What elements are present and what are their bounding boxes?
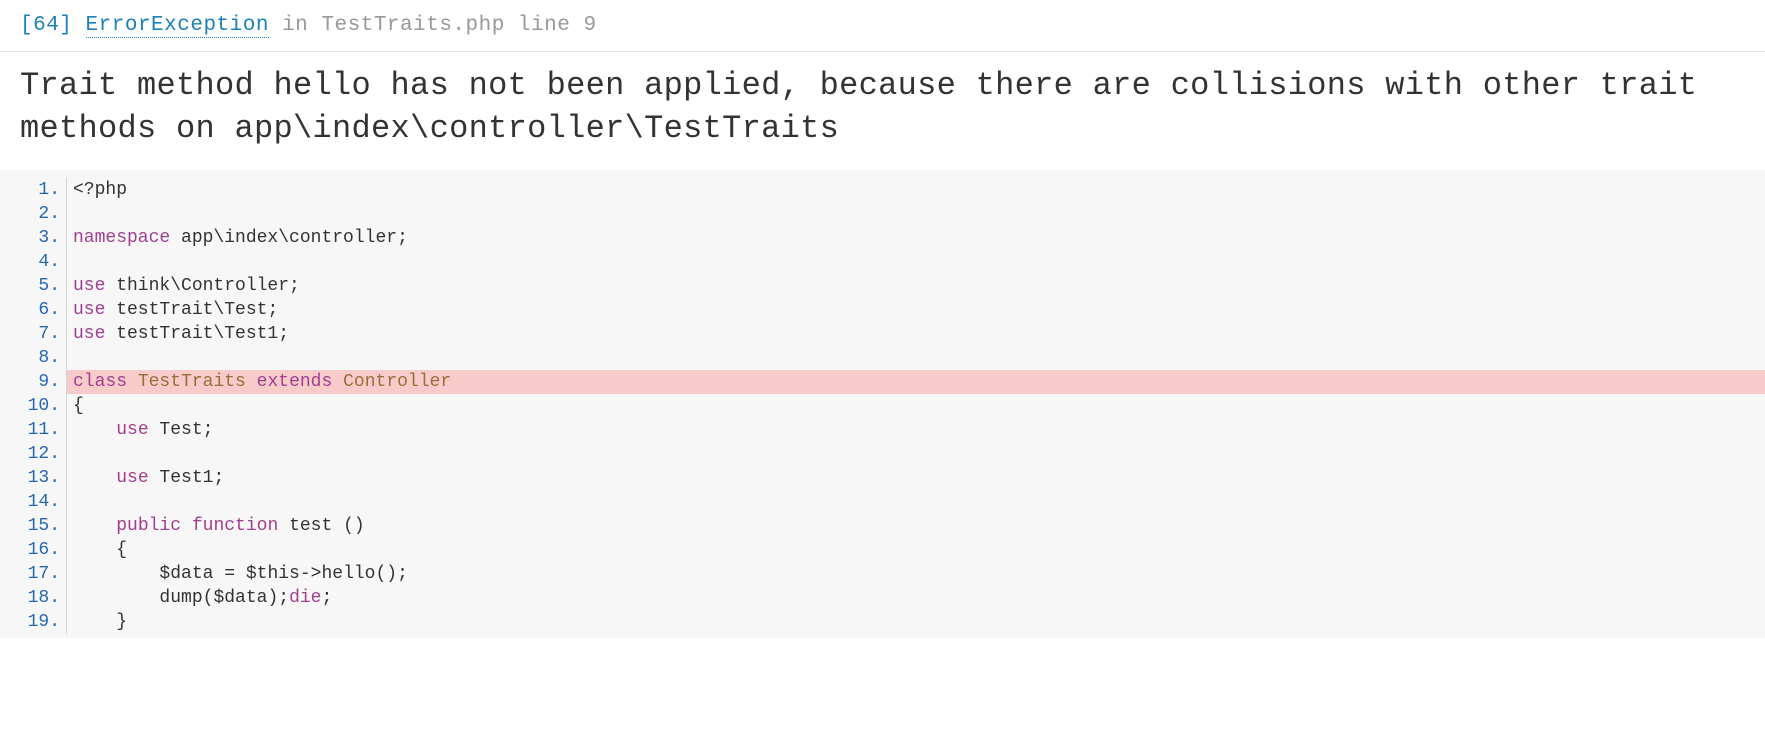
line-number: 14.: [0, 490, 66, 514]
code-content: public function test (): [66, 514, 1765, 538]
code-content: use think\Controller;: [66, 274, 1765, 298]
code-content: use Test;: [66, 418, 1765, 442]
code-content: use Test1;: [66, 466, 1765, 490]
line-number: 1.: [0, 178, 66, 202]
code-content: class TestTraits extends Controller: [66, 370, 1765, 394]
code-line: 3.namespace app\index\controller;: [0, 226, 1765, 250]
code-line: 1.<?php: [0, 178, 1765, 202]
code-content: {: [66, 538, 1765, 562]
line-number: 8.: [0, 346, 66, 370]
code-content: [66, 250, 1765, 274]
code-content: {: [66, 394, 1765, 418]
code-content: namespace app\index\controller;: [66, 226, 1765, 250]
code-content: use testTrait\Test;: [66, 298, 1765, 322]
code-content: [66, 490, 1765, 514]
code-content: $data = $this->hello();: [66, 562, 1765, 586]
line-number: 11.: [0, 418, 66, 442]
code-line: 17. $data = $this->hello();: [0, 562, 1765, 586]
code-line: 5.use think\Controller;: [0, 274, 1765, 298]
line-number: 12.: [0, 442, 66, 466]
line-number: 13.: [0, 466, 66, 490]
line-number: 5.: [0, 274, 66, 298]
line-number: 16.: [0, 538, 66, 562]
code-line: 7.use testTrait\Test1;: [0, 322, 1765, 346]
code-content: dump($data);die;: [66, 586, 1765, 610]
code-line: 14.: [0, 490, 1765, 514]
line-number: 6.: [0, 298, 66, 322]
code-content: [66, 202, 1765, 226]
code-content: <?php: [66, 178, 1765, 202]
line-number: 19.: [0, 610, 66, 634]
code-line: 10.{: [0, 394, 1765, 418]
code-line: 18. dump($data);die;: [0, 586, 1765, 610]
error-message: Trait method hello has not been applied,…: [0, 52, 1765, 170]
error-header: [64] ErrorException in TestTraits.php li…: [0, 0, 1765, 52]
code-line: 19. }: [0, 610, 1765, 634]
code-line: 2.: [0, 202, 1765, 226]
code-line: 4.: [0, 250, 1765, 274]
line-number: 3.: [0, 226, 66, 250]
code-content: [66, 346, 1765, 370]
line-number: 15.: [0, 514, 66, 538]
code-line: 11. use Test;: [0, 418, 1765, 442]
code-line: 15. public function test (): [0, 514, 1765, 538]
file-location: TestTraits.php line 9: [321, 14, 596, 37]
line-number: 2.: [0, 202, 66, 226]
code-line: 12.: [0, 442, 1765, 466]
code-line: 9.class TestTraits extends Controller: [0, 370, 1765, 394]
code-content: [66, 442, 1765, 466]
code-line: 8.: [0, 346, 1765, 370]
code-block: 1.<?php2. 3.namespace app\index\controll…: [0, 170, 1765, 638]
code-line: 6.use testTrait\Test;: [0, 298, 1765, 322]
line-number: 4.: [0, 250, 66, 274]
code-line: 13. use Test1;: [0, 466, 1765, 490]
code-content: }: [66, 610, 1765, 634]
error-code: [64]: [20, 14, 72, 37]
in-word: in: [282, 14, 308, 37]
line-number: 10.: [0, 394, 66, 418]
line-number: 9.: [0, 370, 66, 394]
line-number: 17.: [0, 562, 66, 586]
line-number: 7.: [0, 322, 66, 346]
code-content: use testTrait\Test1;: [66, 322, 1765, 346]
line-number: 18.: [0, 586, 66, 610]
exception-link[interactable]: ErrorException: [86, 14, 269, 38]
code-line: 16. {: [0, 538, 1765, 562]
